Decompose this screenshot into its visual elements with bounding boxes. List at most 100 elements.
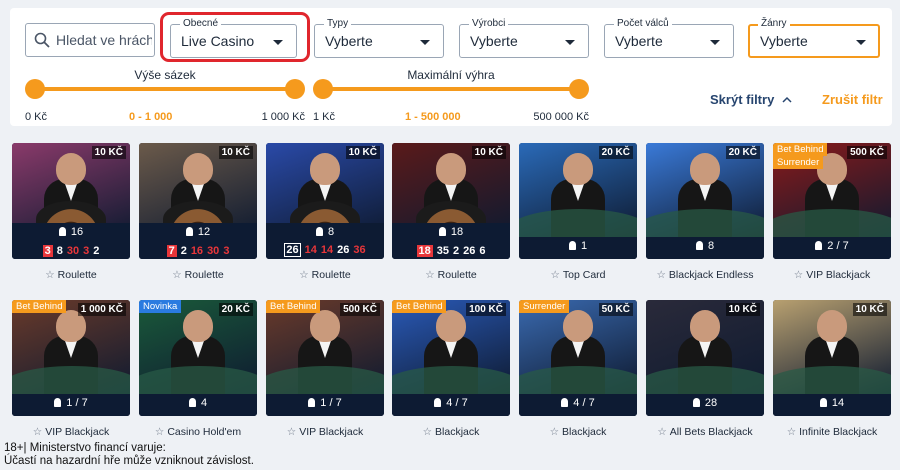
game-card[interactable]: 50 KČ Surrender 4 / 7 xyxy=(519,300,637,416)
dealer-head xyxy=(56,153,86,185)
star-icon[interactable]: ☆ xyxy=(299,269,308,281)
price-tag: 500 KČ xyxy=(340,303,380,316)
game-card[interactable]: 10 KČ 7 2 16 30 3 12 xyxy=(139,143,257,259)
game-card[interactable]: 500 KČ Bet Behind Surrender 2 / 7 xyxy=(773,143,891,259)
price-tag: 10 KČ xyxy=(471,146,506,159)
hide-filters-button[interactable]: Skrýt filtry xyxy=(710,92,792,107)
game-info-bar: 4 xyxy=(139,394,257,416)
star-icon[interactable]: ☆ xyxy=(287,426,296,438)
star-icon[interactable]: ☆ xyxy=(656,269,665,281)
player-count-value: 18 xyxy=(450,226,464,238)
game-info-bar: 1 / 7 xyxy=(12,394,130,416)
max-win-max-knob[interactable] xyxy=(569,79,589,99)
select-reels[interactable]: Vyberte Počet válců xyxy=(604,18,734,58)
bet-size-track xyxy=(33,87,297,91)
game-name[interactable]: ☆ VIP Blackjack xyxy=(266,426,384,438)
game-card[interactable]: 1 000 KČ Bet Behind 1 / 7 xyxy=(12,300,130,416)
player-count-value: 4 / 7 xyxy=(573,397,595,409)
game-name[interactable]: ☆ Infinite Blackjack xyxy=(773,426,891,438)
game-card[interactable]: 500 KČ Bet Behind 1 / 7 xyxy=(266,300,384,416)
select-genres[interactable]: Vyberte Žánry xyxy=(748,18,880,58)
star-icon[interactable]: ☆ xyxy=(425,269,434,281)
search-icon xyxy=(34,32,50,48)
dealer-head xyxy=(817,310,847,342)
star-icon[interactable]: ☆ xyxy=(550,269,559,281)
recent-results: 3 8 30 3 2 xyxy=(12,245,130,257)
game-name-label: Infinite Blackjack xyxy=(799,426,878,438)
player-count: 8 xyxy=(646,240,764,252)
player-icon xyxy=(438,227,446,236)
player-count: 8 xyxy=(266,226,384,238)
game-name[interactable]: ☆ Blackjack xyxy=(392,426,510,438)
max-win-max: 500 000 Kč xyxy=(533,111,589,123)
dealer-head xyxy=(310,153,340,185)
player-count-value: 1 xyxy=(580,240,588,252)
game-name[interactable]: ☆ VIP Blackjack xyxy=(12,426,130,438)
chevron-down-icon xyxy=(710,40,720,45)
recent-results: 18 35 2 26 6 xyxy=(392,245,510,257)
game-name-label: Blackjack xyxy=(562,426,607,438)
dealer-head xyxy=(183,310,213,342)
star-icon[interactable]: ☆ xyxy=(794,269,803,281)
bet-size-min-knob[interactable] xyxy=(25,79,45,99)
game-card[interactable]: 10 KČ 26 14 14 26 36 8 xyxy=(266,143,384,259)
game-badge: Surrender xyxy=(519,300,570,313)
search-box[interactable] xyxy=(25,23,155,57)
highlight-ring xyxy=(160,12,310,62)
result-number: 7 xyxy=(166,245,177,257)
filter-panel: Live Casino Obecné Vyberte Typy Vyberte … xyxy=(10,8,892,126)
select-producers[interactable]: Vyberte Výrobci xyxy=(459,18,589,58)
player-count: 18 xyxy=(392,226,510,238)
game-name-label: Roulette xyxy=(311,269,351,281)
game-info-bar: 2 / 7 xyxy=(773,237,891,259)
max-win-min-knob[interactable] xyxy=(313,79,333,99)
game-card[interactable]: 20 KČ 8 xyxy=(646,143,764,259)
star-icon[interactable]: ☆ xyxy=(33,426,42,438)
game-name[interactable]: ☆ VIP Blackjack xyxy=(773,269,891,281)
result-number: 26 xyxy=(463,245,476,257)
game-name[interactable]: ☆ Roulette xyxy=(139,269,257,281)
game-info-bar: 7 2 16 30 3 12 xyxy=(139,223,257,259)
game-name-label: VIP Blackjack xyxy=(299,426,364,438)
star-icon[interactable]: ☆ xyxy=(657,426,666,438)
star-icon[interactable]: ☆ xyxy=(172,269,181,281)
star-icon[interactable]: ☆ xyxy=(45,269,54,281)
result-number: 36 xyxy=(353,244,366,256)
game-card[interactable]: 20 KČ Novinka 4 xyxy=(139,300,257,416)
game-card[interactable]: 10 KČ 3 8 30 3 2 16 xyxy=(12,143,130,259)
game-card[interactable]: 100 KČ Bet Behind 4 / 7 xyxy=(392,300,510,416)
star-icon[interactable]: ☆ xyxy=(550,426,559,438)
select-types[interactable]: Vyberte Typy xyxy=(314,18,444,58)
star-icon[interactable]: ☆ xyxy=(787,426,796,438)
bet-size-title: Výše sázek xyxy=(134,68,196,82)
result-number: 26 xyxy=(337,244,350,256)
game-name[interactable]: ☆ All Bets Blackjack xyxy=(646,426,764,438)
game-name-label: Roulette xyxy=(184,269,224,281)
game-name[interactable]: ☆ Blackjack Endless xyxy=(646,269,764,281)
result-number: 30 xyxy=(66,245,80,257)
game-name[interactable]: ☆ Roulette xyxy=(266,269,384,281)
player-count: 1 / 7 xyxy=(12,397,130,409)
search-input[interactable] xyxy=(56,32,152,48)
game-card[interactable]: 10 KČ 14 xyxy=(773,300,891,416)
game-card[interactable]: 10 KČ 28 xyxy=(646,300,764,416)
dealer-head xyxy=(436,153,466,185)
game-name-label: Blackjack xyxy=(435,426,480,438)
game-name[interactable]: ☆ Top Card xyxy=(519,269,637,281)
player-count: 14 xyxy=(773,397,891,409)
clear-filter-button[interactable]: Zrušit filtr xyxy=(822,92,883,107)
game-name-label: Roulette xyxy=(57,269,97,281)
hide-filters-label: Skrýt filtry xyxy=(710,92,775,107)
game-card[interactable]: 10 KČ 18 35 2 26 6 18 xyxy=(392,143,510,259)
star-icon[interactable]: ☆ xyxy=(423,426,432,438)
player-count: 2 / 7 xyxy=(773,240,891,252)
result-number: 3 xyxy=(42,245,53,257)
game-name[interactable]: ☆ Casino Hold'em xyxy=(139,426,257,438)
game-name[interactable]: ☆ Roulette xyxy=(12,269,130,281)
bet-size-max-knob[interactable] xyxy=(285,79,305,99)
star-icon[interactable]: ☆ xyxy=(155,426,164,438)
game-name[interactable]: ☆ Blackjack xyxy=(519,426,637,438)
game-card[interactable]: 20 KČ 1 xyxy=(519,143,637,259)
game-name[interactable]: ☆ Roulette xyxy=(392,269,510,281)
game-name-label: All Bets Blackjack xyxy=(669,426,753,438)
